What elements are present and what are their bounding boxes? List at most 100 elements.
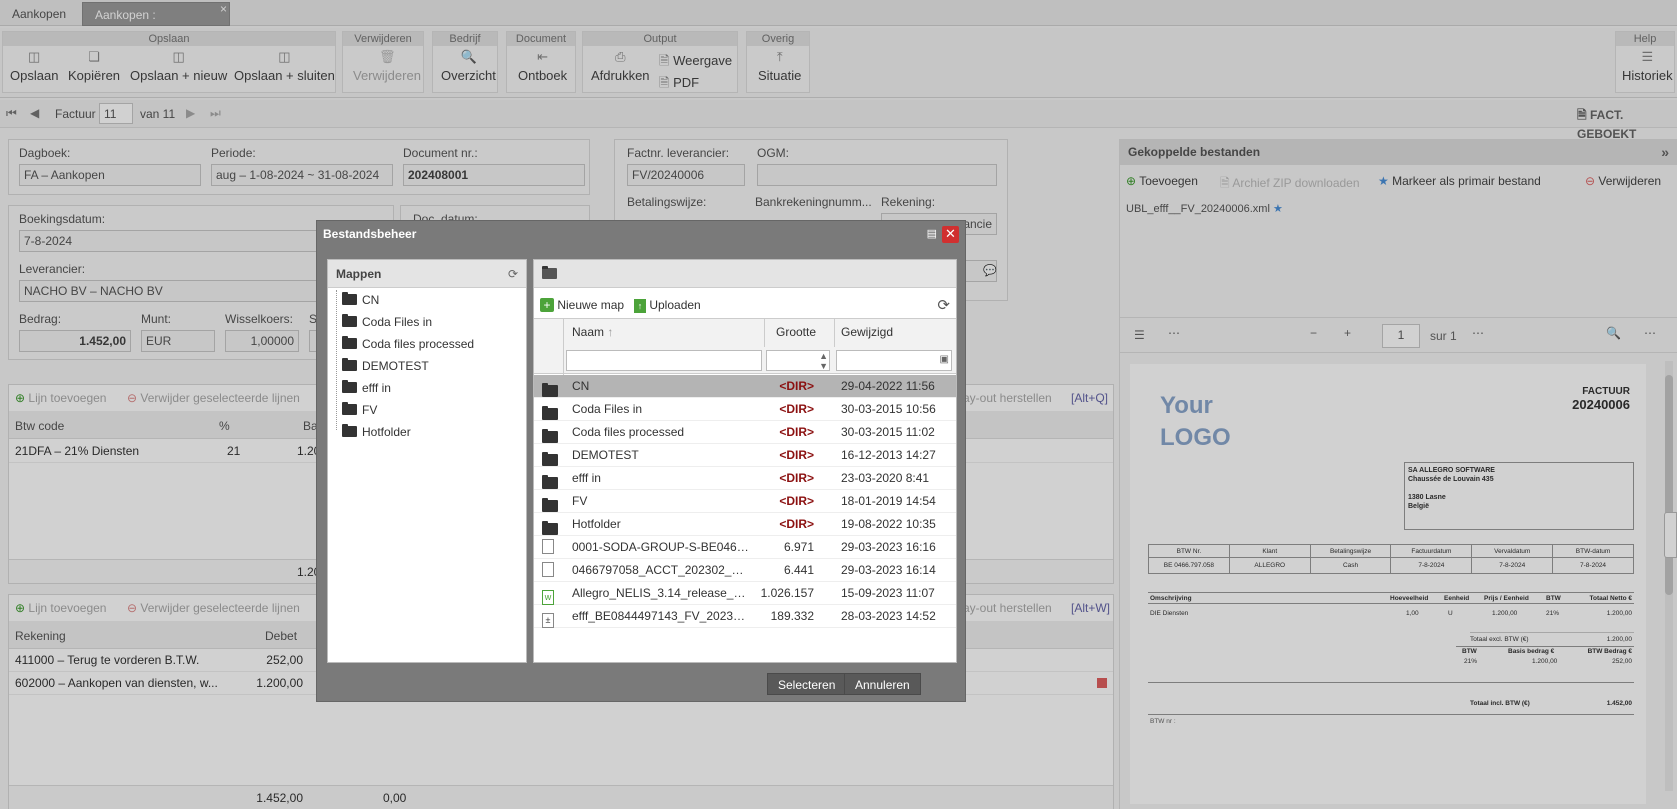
spinner-icon[interactable]: ▲ ▼ [819, 351, 828, 371]
file-size: <DIR> [779, 425, 814, 439]
calendar-icon[interactable]: ▣ [940, 354, 949, 365]
folder-icon [342, 336, 357, 350]
folder-icon [542, 266, 557, 280]
files-pane: + Nieuwe map ↑ Uploaden ⟳ Naam ↑ Grootte… [533, 259, 957, 663]
header-spacer [534, 319, 564, 375]
file-modified: 16-12-2013 14:27 [841, 448, 936, 462]
file-modified: 18-01-2019 14:54 [841, 494, 936, 508]
folders-title-text: Mappen [336, 267, 382, 281]
sort-asc-icon: ↑ [607, 325, 614, 339]
file-name: DEMOTEST [572, 448, 639, 462]
file-size: <DIR> [779, 379, 814, 393]
folder-icon [342, 402, 357, 416]
select-button[interactable]: Selecteren [767, 673, 847, 695]
file-name: Hotfolder [572, 517, 621, 531]
folder-label: DEMOTEST [362, 359, 429, 373]
file-name: Coda files processed [572, 425, 685, 439]
file-row[interactable]: wAllegro_NELIS_3.14_release_2023_09...1.… [534, 582, 956, 605]
file-list: CN <DIR> 29-04-2022 11:56 Coda Files in <DIR… [534, 375, 956, 662]
folder-tree-item[interactable]: DEMOTEST [342, 356, 429, 376]
new-folder-button[interactable]: + Nieuwe map [540, 298, 624, 312]
file-size: 6.971 [783, 540, 814, 554]
file-row[interactable]: 0466797058_ACCT_202302_2020022... 6.441 29… [534, 559, 956, 582]
file-name: 0001-SODA-GROUP-S-BE046679705... [572, 540, 750, 554]
add-folder-icon: + [540, 298, 554, 312]
file-name: CN [572, 379, 590, 393]
folder-label: CN [362, 293, 380, 307]
file-row[interactable]: Coda Files in <DIR> 30-03-2015 10:56 [534, 398, 956, 421]
date-filter-input[interactable]: ▣ [836, 350, 952, 371]
cancel-button[interactable]: Annuleren [844, 673, 921, 695]
col-divider [764, 319, 765, 347]
folder-tree-item[interactable]: Hotfolder [342, 422, 411, 442]
file-row[interactable]: Hotfolder <DIR> 19-08-2022 10:35 [534, 513, 956, 536]
folder-tree-item[interactable]: CN [342, 290, 379, 310]
file-row[interactable]: CN <DIR> 29-04-2022 11:56 [534, 375, 956, 398]
col-divider [834, 319, 835, 347]
file-manager-dialog: Bestandsbeheer ▤ ✕ Mappen ⟳ CN Coda Files … [316, 220, 966, 702]
file-row[interactable]: Coda files processed <DIR> 30-03-2015 11:0… [534, 421, 956, 444]
file-modified: 15-09-2023 11:07 [841, 586, 935, 600]
file-size: 1.026.157 [760, 586, 814, 600]
upload-button[interactable]: ↑ Uploaden [634, 298, 701, 313]
close-icon[interactable]: ✕ [942, 226, 959, 243]
folder-icon [342, 314, 357, 328]
file-size: <DIR> [779, 402, 814, 416]
file-name: efff in [572, 471, 601, 485]
folder-icon [342, 292, 357, 306]
file-modified: 29-04-2022 11:56 [841, 379, 935, 393]
folder-label: Coda files processed [362, 337, 475, 351]
file-name: Allegro_NELIS_3.14_release_2023_09... [572, 586, 750, 600]
size-filter-input[interactable]: ▲ ▼ [766, 350, 830, 371]
folders-title: Mappen ⟳ [328, 260, 526, 288]
file-row[interactable]: ± efff_BE0844497143_FV_20230009.xml 189.33… [534, 605, 956, 628]
folder-label: FV [362, 403, 378, 417]
xml-file-icon: ± [542, 608, 554, 631]
refresh-icon[interactable]: ⟳ [508, 260, 518, 288]
new-folder-label: Nieuwe map [557, 298, 625, 312]
folder-icon [342, 358, 357, 372]
file-modified: 28-03-2023 14:52 [841, 609, 936, 623]
dialog-title: Bestandsbeheer [323, 227, 417, 241]
file-modified: 30-03-2015 10:56 [841, 402, 936, 416]
file-name: Coda Files in [572, 402, 643, 416]
folder-tree-item[interactable]: Coda files processed [342, 334, 474, 354]
col-name[interactable]: Naam ↑ [572, 325, 613, 339]
folder-icon [342, 380, 357, 394]
folders-pane: Mappen ⟳ CN Coda Files in Coda files proces… [327, 259, 527, 663]
file-row[interactable]: efff in <DIR> 23-03-2020 8:41 [534, 467, 956, 490]
file-size: 6.441 [783, 563, 814, 577]
file-modified: 29-03-2023 16:16 [841, 540, 936, 554]
col-size[interactable]: Grootte [776, 325, 816, 339]
file-modified: 23-03-2020 8:41 [841, 471, 930, 485]
folder-tree-item[interactable]: FV [342, 400, 377, 420]
upload-label: Uploaden [649, 298, 701, 312]
file-name: efff_BE0844497143_FV_20230009.xml [572, 609, 750, 623]
folder-tree-item[interactable]: efff in [342, 378, 391, 398]
file-table-header: Naam ↑ Grootte Gewijzigd ▲ ▼ ▣ [534, 318, 956, 375]
maximize-icon[interactable]: ▤ [927, 227, 937, 240]
folder-icon [342, 424, 357, 438]
file-modified: 19-08-2022 10:35 [841, 517, 936, 531]
file-size: <DIR> [779, 517, 814, 531]
col-name-label: Naam [572, 325, 605, 339]
file-name: FV [572, 494, 588, 508]
refresh-icon[interactable]: ⟳ [937, 296, 950, 314]
folder-label: Coda Files in [362, 315, 433, 329]
folder-label: Hotfolder [362, 425, 411, 439]
file-size: <DIR> [779, 494, 814, 508]
file-size: <DIR> [779, 471, 814, 485]
file-size: 189.332 [770, 609, 814, 623]
file-size: <DIR> [779, 448, 814, 462]
folder-tree-item[interactable]: Coda Files in [342, 312, 432, 332]
file-name: 0466797058_ACCT_202302_2020022... [572, 563, 750, 577]
file-modified: 30-03-2015 11:02 [841, 425, 935, 439]
file-row[interactable]: 0001-SODA-GROUP-S-BE046679705... 6.971 29-… [534, 536, 956, 559]
file-row[interactable]: FV <DIR> 18-01-2019 14:54 [534, 490, 956, 513]
upload-icon: ↑ [634, 299, 646, 313]
name-filter-input[interactable] [566, 350, 762, 371]
file-row[interactable]: DEMOTEST <DIR> 16-12-2013 14:27 [534, 444, 956, 467]
col-modified[interactable]: Gewijzigd [841, 325, 893, 339]
tree-line [336, 290, 337, 430]
current-path [534, 260, 956, 288]
